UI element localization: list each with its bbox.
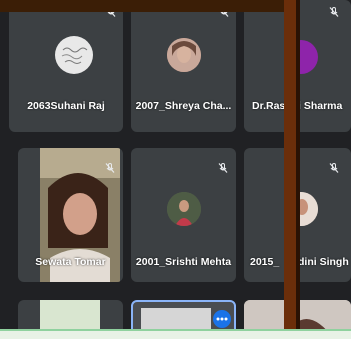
participant-name: 2001_Srishti Mehta bbox=[135, 256, 232, 268]
avatar bbox=[55, 36, 93, 74]
participant-name: i Sharma bbox=[298, 100, 343, 112]
participant-name: 2007_Shreya Cha... bbox=[135, 100, 232, 112]
participant-name: Dr.Ras bbox=[252, 100, 286, 112]
frame-edge bbox=[284, 0, 296, 339]
mic-off-icon bbox=[104, 162, 116, 174]
participant-name: Sewata Tomar bbox=[35, 256, 106, 268]
participant-name: 2063Suhani Raj bbox=[27, 100, 105, 112]
bottom-line bbox=[0, 329, 351, 331]
participant-tile[interactable]: 2001_Srishti Mehta bbox=[131, 148, 236, 282]
frame-edge bbox=[0, 0, 296, 12]
mic-off-icon bbox=[217, 162, 229, 174]
participant-name: dini Singh bbox=[298, 256, 349, 268]
participant-tile[interactable]: Sewata Tomar bbox=[18, 148, 123, 282]
more-options-icon[interactable] bbox=[213, 310, 231, 328]
frame-edge bbox=[296, 0, 300, 339]
avatar bbox=[167, 192, 201, 226]
mic-off-icon bbox=[328, 162, 340, 174]
participant-tile[interactable]: 2063Suhani Raj bbox=[9, 0, 123, 132]
participant-tile[interactable]: 2007_Shreya Cha... bbox=[131, 0, 236, 132]
participant-name: 2015_ bbox=[250, 256, 280, 268]
mic-off-icon bbox=[328, 6, 340, 18]
avatar bbox=[167, 38, 201, 72]
